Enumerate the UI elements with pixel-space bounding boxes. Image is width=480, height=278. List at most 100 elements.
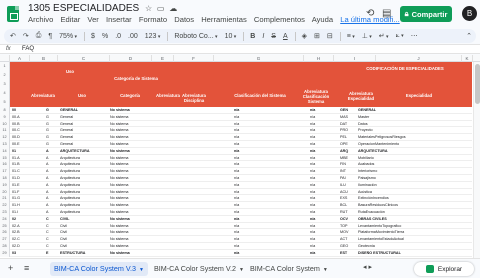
- cell-abrev-clasificacion[interactable]: n/a: [310, 217, 330, 222]
- cell-abreviatura[interactable]: A: [46, 156, 56, 161]
- cell-code[interactable]: 01.E: [12, 183, 30, 188]
- cell-clasificacion[interactable]: n/a: [234, 115, 254, 120]
- cell-clasificacion[interactable]: n/a: [234, 169, 254, 174]
- vertical-align-icon[interactable]: ⊥: [362, 32, 372, 40]
- table-row[interactable]: 02.C C Civil No sistema n/a n/a ACT Levantamien…: [10, 236, 472, 243]
- row-number[interactable]: 27: [0, 236, 10, 243]
- menu-insertar[interactable]: Insertar: [106, 15, 132, 24]
- cell-categoria[interactable]: No sistema: [110, 217, 150, 222]
- doc-title-text[interactable]: 1305 ESPECIALIDADES: [28, 3, 139, 14]
- cell-clasificacion[interactable]: n/a: [234, 108, 254, 113]
- column-header[interactable]: E: [152, 55, 174, 62]
- cell-uso[interactable]: Civil: [60, 224, 110, 229]
- cell-code[interactable]: 00.B: [12, 122, 30, 127]
- cell-code[interactable]: 01.C: [12, 169, 30, 174]
- cell-clasificacion[interactable]: n/a: [234, 162, 254, 167]
- cell-uso[interactable]: Arquitectura: [60, 203, 110, 208]
- cell-abreviatura[interactable]: G: [46, 122, 56, 127]
- column-header[interactable]: K: [462, 55, 473, 62]
- cell-code[interactable]: 02.C: [12, 237, 30, 242]
- table-row[interactable]: 01.H A Arquitectura No sistema n/a n/a BCL Basu…: [10, 202, 472, 209]
- cell-abreviatura[interactable]: G: [46, 142, 56, 147]
- currency-button[interactable]: $: [91, 33, 95, 40]
- text-wrap-icon[interactable]: ↵: [379, 32, 389, 40]
- cell-code[interactable]: 01.F: [12, 190, 30, 195]
- cell-abrev-clasificacion[interactable]: n/a: [310, 237, 330, 242]
- bold-button[interactable]: B: [250, 33, 255, 40]
- cell-abrev-clasificacion[interactable]: n/a: [310, 115, 330, 120]
- cell-code[interactable]: 01.B: [12, 162, 30, 167]
- cell-abrev-clasificacion[interactable]: n/a: [310, 224, 330, 229]
- table-row[interactable]: 01.E A Arquitectura No sistema n/a n/a ILU Ilum…: [10, 182, 472, 189]
- column-header[interactable]: C: [58, 55, 110, 62]
- row-number[interactable]: 29: [0, 249, 10, 257]
- cell-abreviatura[interactable]: A: [46, 162, 56, 167]
- cell-categoria[interactable]: No sistema: [110, 135, 150, 140]
- table-row[interactable]: 01.I A Arquitectura No sistema n/a n/a RUT Ruta…: [10, 209, 472, 216]
- cell-especialidad[interactable]: Geotecnia: [358, 244, 468, 249]
- sheet-tab[interactable]: BIM-CA Color System ▼: [246, 262, 354, 276]
- cell-code[interactable]: 00.E: [12, 142, 30, 147]
- table-row[interactable]: 00.A G General No sistema n/a n/a MAS Master: [10, 114, 472, 121]
- column-header[interactable]: D: [110, 55, 152, 62]
- sheet-tab[interactable]: BIM-CA Color System V.3 ▼: [50, 262, 148, 276]
- row-number[interactable]: 19: [0, 181, 10, 189]
- cell-especialidad[interactable]: Master: [358, 115, 468, 120]
- row-number[interactable]: 18: [0, 175, 10, 182]
- column-header[interactable]: H: [304, 55, 334, 62]
- row-number[interactable]: 9: [0, 113, 10, 121]
- cell-clasificacion[interactable]: n/a: [234, 156, 254, 161]
- cell-categoria[interactable]: No sistema: [110, 196, 150, 201]
- cell-abrev-clasificacion[interactable]: n/a: [310, 203, 330, 208]
- cell-uso[interactable]: General: [60, 135, 110, 140]
- cell-especialidad[interactable]: ARQUITECTURA: [358, 149, 468, 154]
- row-number[interactable]: 28: [0, 243, 10, 250]
- cell-clasificacion[interactable]: n/a: [234, 190, 254, 195]
- cell-abreviatura[interactable]: A: [46, 196, 56, 201]
- cell-uso[interactable]: Arquitectura: [60, 156, 110, 161]
- cell-abrev-clasificacion[interactable]: n/a: [310, 135, 330, 140]
- table-row[interactable]: 02 C CIVIL No sistema n/a n/a OCV OBRAS CIVILES: [10, 216, 472, 223]
- decrease-decimal-button[interactable]: .0: [115, 33, 121, 40]
- formula-bar[interactable]: fx FAQ: [0, 44, 480, 54]
- cell-uso[interactable]: General: [60, 122, 110, 127]
- collapse-menu-icon[interactable]: ⌃: [466, 32, 472, 40]
- cell-abrev-clasificacion[interactable]: n/a: [310, 169, 330, 174]
- borders-icon[interactable]: ⊞: [314, 32, 320, 40]
- text-color-button[interactable]: A: [283, 33, 288, 40]
- cell-abreviatura[interactable]: G: [46, 115, 56, 120]
- cell-categoria[interactable]: No sistema: [110, 142, 150, 147]
- cell-clasificacion[interactable]: n/a: [234, 128, 254, 133]
- cell-especialidad[interactable]: DISEÑO ESTRUCTURAL: [358, 251, 468, 256]
- row-number[interactable]: 25: [0, 222, 10, 230]
- strikethrough-button[interactable]: S: [271, 33, 276, 40]
- cell-especialidad[interactable]: Interiorismo: [358, 169, 468, 174]
- cell-clasificacion[interactable]: n/a: [234, 122, 254, 127]
- column-header[interactable]: A: [10, 55, 30, 62]
- text-rotate-icon[interactable]: ⟀: [396, 32, 404, 40]
- cell-clasificacion[interactable]: n/a: [234, 217, 254, 222]
- cell-abrev-clasificacion[interactable]: n/a: [310, 210, 330, 215]
- cell-uso[interactable]: Arquitectura: [60, 176, 110, 181]
- cell-abrev-clasificacion[interactable]: n/a: [310, 230, 330, 235]
- cell-abrev-clasificacion[interactable]: n/a: [310, 122, 330, 127]
- cell-uso[interactable]: CIVIL: [60, 217, 110, 222]
- cell-abreviatura[interactable]: C: [46, 230, 56, 235]
- cell-abreviatura[interactable]: A: [46, 203, 56, 208]
- cell-uso[interactable]: ARQUITECTURA: [60, 149, 110, 154]
- cell-uso[interactable]: Arquitectura: [60, 183, 110, 188]
- table-row[interactable]: 00.B G General No sistema n/a n/a DAT Datos: [10, 121, 472, 128]
- row-number[interactable]: 5: [0, 98, 10, 107]
- cell-uso[interactable]: General: [60, 142, 110, 147]
- row-number[interactable]: 11: [0, 127, 10, 135]
- tab-scroll-arrows-icon[interactable]: ◂ ▸: [363, 263, 372, 271]
- all-sheets-icon[interactable]: ≡: [24, 263, 29, 273]
- row-number[interactable]: 17: [0, 168, 10, 175]
- cell-abrev-clasificacion[interactable]: n/a: [310, 108, 330, 113]
- cell-clasificacion[interactable]: n/a: [234, 224, 254, 229]
- cell-code[interactable]: 02.A: [12, 224, 30, 229]
- undo-icon[interactable]: ↶: [10, 32, 16, 40]
- cell-abrev-clasificacion[interactable]: n/a: [310, 244, 330, 249]
- menu-archivo[interactable]: Archivo: [28, 15, 53, 24]
- formula-input[interactable]: FAQ: [22, 46, 34, 52]
